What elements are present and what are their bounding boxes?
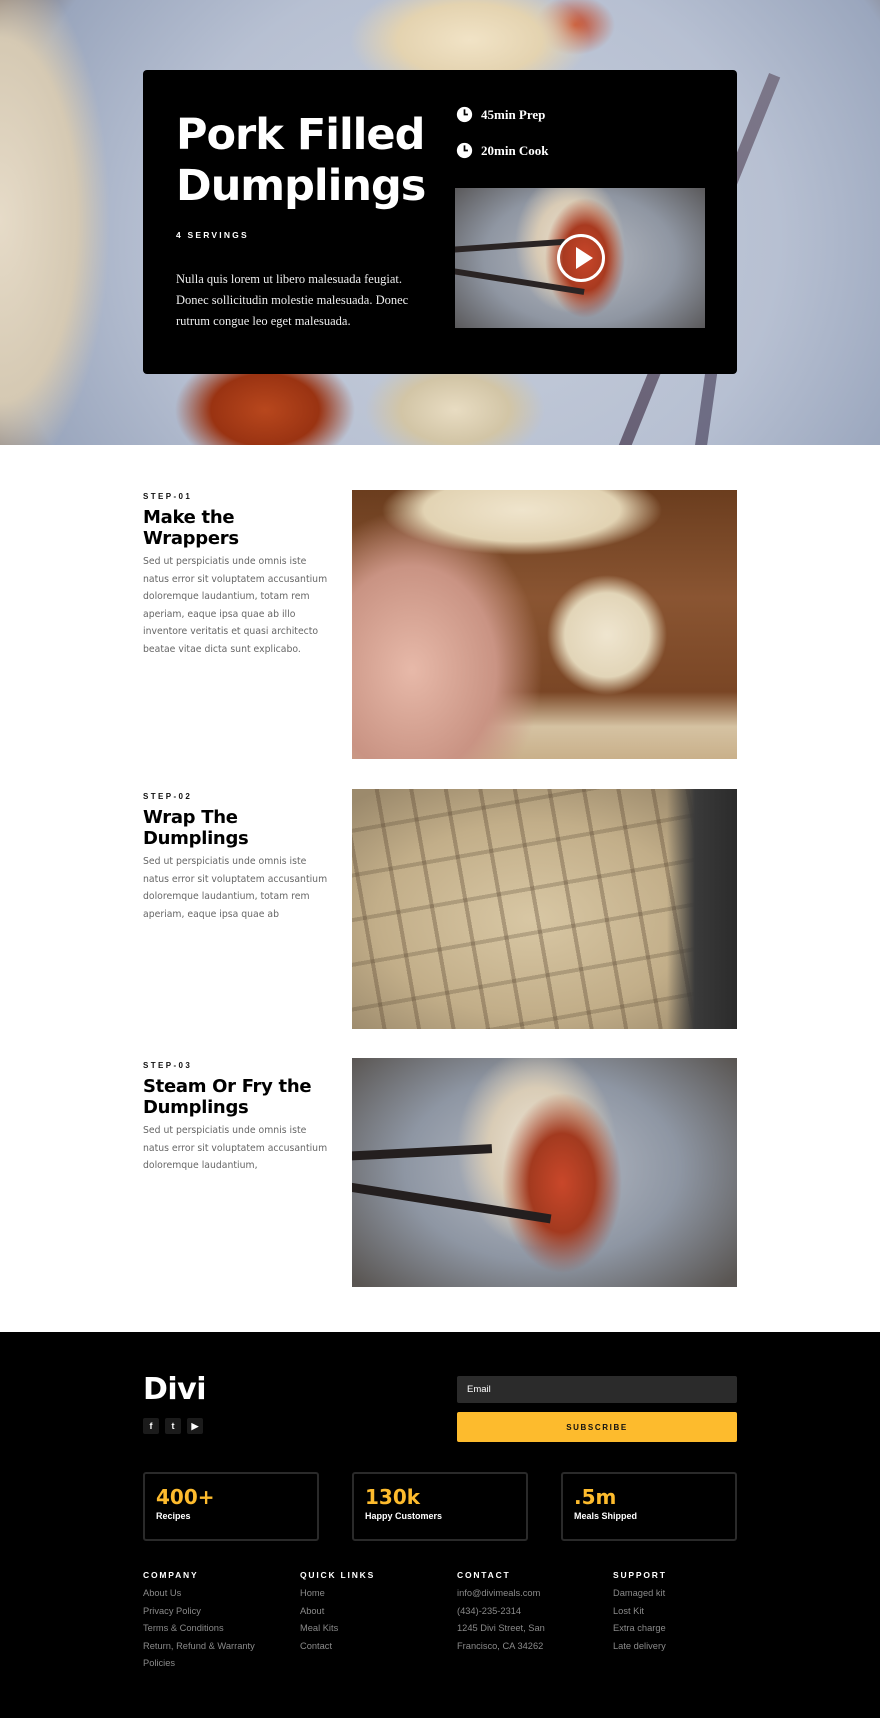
footer: Divi f t ▶ SUBSCRIBE 400+ Recipes 130k H… (0, 1332, 880, 1718)
recipe-title: Pork Filled Dumplings (176, 110, 426, 211)
step-02-image (352, 789, 737, 1029)
stat-label: Recipes (156, 1511, 191, 1521)
column-heading: COMPANY (143, 1570, 199, 1580)
step-text: Sed ut perspiciatis unde omnis iste natu… (143, 1125, 328, 1172)
footer-column-contact: CONTACT info@divimeals.com (434)-235-231… (457, 1570, 552, 1655)
servings-label: 4 SERVINGS (176, 230, 249, 240)
footer-link[interactable]: Terms & Conditions (143, 1620, 273, 1638)
chopstick (352, 1181, 552, 1224)
facebook-icon[interactable]: f (143, 1418, 159, 1434)
footer-column-support: SUPPORT Damaged kit Lost Kit Extra charg… (613, 1570, 763, 1655)
tray-rim (667, 789, 737, 1029)
stat-label: Meals Shipped (574, 1511, 638, 1521)
stat-number: .5m (574, 1485, 617, 1509)
footer-link[interactable]: Home (300, 1585, 450, 1603)
stat-number: 400+ (156, 1485, 215, 1509)
step-title: Make the Wrappers (143, 507, 239, 549)
recipe-video[interactable] (455, 188, 705, 328)
footer-link[interactable]: info@divimeals.com (457, 1585, 552, 1603)
step-title: Steam Or Fry the Dumplings (143, 1076, 312, 1118)
cook-time: 20min Cook (456, 142, 549, 159)
footer-link[interactable]: Return, Refund & Warranty Policies (143, 1638, 273, 1673)
email-input[interactable] (457, 1376, 737, 1403)
recipe-description: Nulla quis lorem ut libero malesuada feu… (176, 272, 409, 328)
step-label: STEP-02 (143, 792, 193, 801)
subscribe-button[interactable]: SUBSCRIBE (457, 1412, 737, 1442)
step-02: STEP-02 Wrap The Dumplings Sed ut perspi… (143, 792, 333, 923)
stat-card: 130k Happy Customers (352, 1472, 528, 1541)
footer-link[interactable]: Privacy Policy (143, 1603, 273, 1621)
step-01-image (352, 490, 737, 759)
footer-column-quick-links: QUICK LINKS Home About Meal Kits Contact (300, 1570, 450, 1655)
footer-link[interactable]: Lost Kit (613, 1603, 763, 1621)
footer-link[interactable]: Contact (300, 1638, 450, 1656)
stat-number: 130k (365, 1485, 421, 1509)
footer-link[interactable]: Late delivery (613, 1638, 763, 1656)
cook-time-text: 20min Cook (481, 142, 549, 158)
step-01: STEP-01 Make the Wrappers Sed ut perspic… (143, 492, 333, 659)
footer-link[interactable]: About (300, 1603, 450, 1621)
twitter-icon[interactable]: t (165, 1418, 181, 1434)
column-heading: QUICK LINKS (300, 1570, 376, 1580)
play-icon[interactable] (557, 234, 605, 282)
hero-section: Pork Filled Dumplings 4 SERVINGS Nulla q… (0, 0, 880, 445)
footer-column-company: COMPANY About Us Privacy Policy Terms & … (143, 1570, 273, 1673)
stat-label: Happy Customers (365, 1511, 443, 1521)
clock-icon (456, 106, 473, 123)
column-heading: SUPPORT (613, 1570, 667, 1580)
footer-link[interactable]: 1245 Divi Street, San Francisco, CA 3426… (457, 1620, 552, 1655)
prep-time-text: 45min Prep (481, 106, 546, 122)
footer-link[interactable]: (434)-235-2314 (457, 1603, 552, 1621)
footer-link[interactable]: Meal Kits (300, 1620, 450, 1638)
social-links: f t ▶ (143, 1418, 203, 1434)
chopstick (352, 1144, 493, 1161)
recipe-card: Pork Filled Dumplings 4 SERVINGS Nulla q… (143, 70, 737, 374)
step-label: STEP-03 (143, 1061, 193, 1070)
video-thumbnail-detail (455, 238, 566, 254)
footer-link[interactable]: About Us (143, 1585, 273, 1603)
stat-card: 400+ Recipes (143, 1472, 319, 1541)
step-title: Wrap The Dumplings (143, 807, 249, 849)
step-03: STEP-03 Steam Or Fry the Dumplings Sed u… (143, 1061, 333, 1175)
step-03-image (352, 1058, 737, 1287)
column-heading: CONTACT (457, 1570, 511, 1580)
footer-link[interactable]: Damaged kit (613, 1585, 763, 1603)
step-label: STEP-01 (143, 492, 193, 501)
prep-time: 45min Prep (456, 106, 545, 123)
step-text: Sed ut perspiciatis unde omnis iste natu… (143, 556, 328, 655)
youtube-icon[interactable]: ▶ (187, 1418, 203, 1434)
footer-logo[interactable]: Divi (143, 1372, 207, 1407)
clock-icon (456, 142, 473, 159)
step-text: Sed ut perspiciatis unde omnis iste natu… (143, 856, 328, 920)
stat-card: .5m Meals Shipped (561, 1472, 737, 1541)
footer-link[interactable]: Extra charge (613, 1620, 763, 1638)
